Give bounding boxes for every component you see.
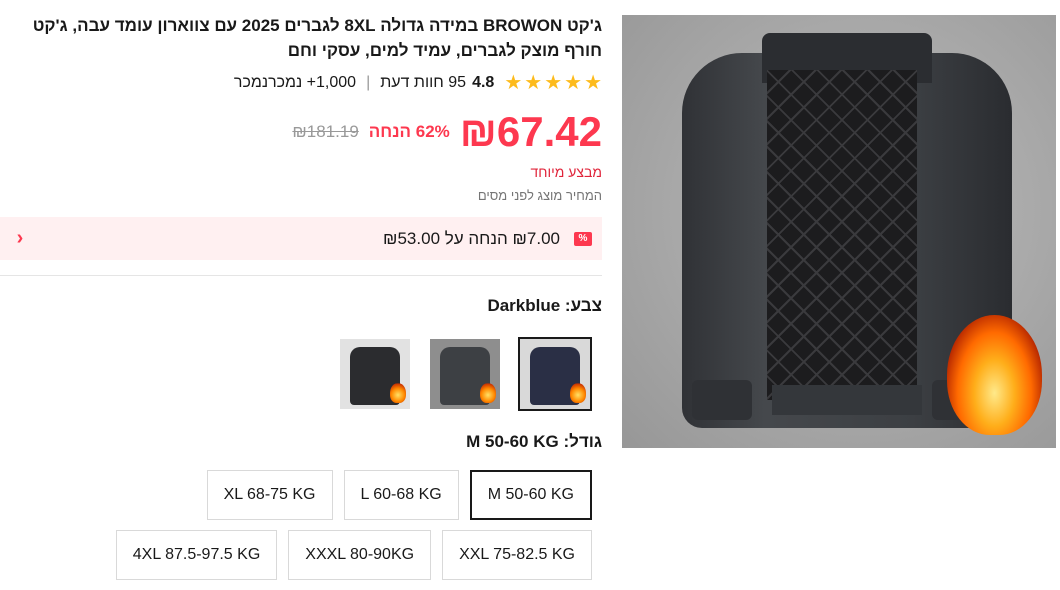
current-price: ₪67.42 (459, 108, 602, 155)
product-main-image[interactable] (622, 15, 1056, 448)
size-option-m[interactable]: M 50-60 KG (469, 470, 592, 520)
jacket-cuff-left (692, 380, 752, 420)
fire-icon (947, 315, 1042, 435)
size-row: M 50-60 KG L 60-68 KG XL 68-75 KG (32, 470, 592, 520)
original-price: ₪181.19 (292, 122, 359, 141)
color-swatch-darkblue[interactable] (518, 337, 592, 411)
star-icon: ★ (544, 72, 563, 94)
star-icon: ★ (524, 72, 543, 94)
size-option-xxl[interactable]: XXL 75-82.5 KG (442, 530, 592, 580)
size-options: M 50-60 KG L 60-68 KG XL 68-75 KG XXL 75… (32, 470, 592, 590)
size-option-l[interactable]: L 60-68 KG (343, 470, 459, 520)
color-swatch-image (340, 339, 410, 409)
coupon-percent-icon: % (574, 231, 592, 246)
jacket-hem (772, 385, 922, 415)
size-option-xxxl[interactable]: XXXL 80-90KG (288, 530, 432, 580)
size-label: גודל: M 50-60 KG (466, 432, 602, 451)
color-swatch-image (520, 339, 590, 409)
color-swatch-gray[interactable] (428, 337, 502, 411)
color-swatches (338, 337, 592, 411)
chevron-left-icon[interactable]: ‹ (10, 227, 30, 250)
fire-icon (390, 383, 406, 403)
size-option-xl[interactable]: XL 68-75 KG (206, 470, 333, 520)
promo-label: מבצע מיוחד (530, 164, 602, 180)
color-label: צבע: Darkblue (487, 296, 602, 315)
divider (0, 275, 602, 276)
size-option-4xl[interactable]: 4XL 87.5-97.5 KG (115, 530, 278, 580)
rating-row: ★ ★ ★ ★ ★ 4.8 95 חוות דעת | 1,000+ נמכרנ… (234, 70, 602, 96)
price-row: ₪67.42 62% הנחה ₪181.19 (292, 104, 602, 160)
star-icon: ★ (584, 72, 602, 94)
rating-stars: ★ ★ ★ ★ ★ (504, 73, 602, 93)
separator: | (366, 74, 371, 91)
star-icon: ★ (564, 72, 583, 94)
product-info-panel: ג'קט BROWON במידה גדולה 8XL לגברים 2025 … (0, 0, 602, 580)
star-icon: ★ (504, 72, 523, 94)
jacket-quilted-lining (767, 70, 917, 400)
fire-icon (480, 383, 496, 403)
sold-count: 1,000+ נמכרנמכר (233, 74, 357, 91)
size-row: XXL 75-82.5 KG XXXL 80-90KG 4XL 87.5-97.… (32, 530, 592, 580)
discount-badge: 62% הנחה (368, 122, 450, 141)
reviews-link[interactable]: 95 חוות דעת (380, 74, 466, 92)
color-swatch-image (430, 339, 500, 409)
product-title: ג'קט BROWON במידה גדולה 8XL לגברים 2025 … (32, 16, 602, 60)
coupon-text: ₪7.00 הנחה על ₪53.00 (383, 228, 560, 248)
color-swatch-black[interactable] (338, 337, 412, 411)
rating-value: 4.8 (472, 74, 495, 91)
coupon-banner[interactable]: % ₪7.00 הנחה על ₪53.00 ‹ (0, 217, 602, 260)
fire-icon (570, 383, 586, 403)
tax-note: המחיר מוצג לפני מסים (477, 188, 602, 203)
